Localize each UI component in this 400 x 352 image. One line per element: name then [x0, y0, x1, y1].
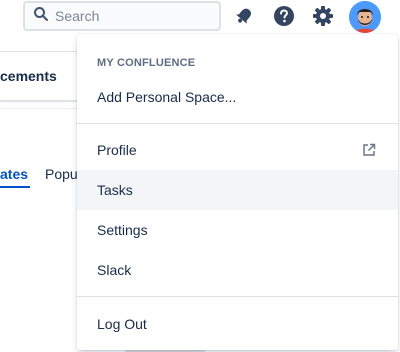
notification-bell-icon[interactable]: [232, 4, 256, 28]
menu-section-title: MY CONFLUENCE: [97, 57, 196, 69]
menu-divider: [77, 296, 398, 297]
divider: [0, 108, 88, 109]
top-navigation: [0, 0, 400, 34]
menu-item-tasks[interactable]: Tasks: [77, 170, 398, 210]
menu-item-log-out[interactable]: Log Out: [77, 304, 398, 344]
search-icon: [33, 6, 49, 27]
user-avatar[interactable]: [349, 1, 381, 33]
menu-item-label: Slack: [97, 262, 132, 278]
menu-item-label: Tasks: [97, 182, 133, 198]
menu-item-profile[interactable]: Profile: [77, 130, 398, 170]
profile-dropdown-menu: MY CONFLUENCE Add Personal Space... Prof…: [77, 34, 398, 350]
external-link-icon: [362, 143, 376, 157]
tab-updates[interactable]: ates: [0, 166, 28, 182]
menu-item-label: Log Out: [97, 316, 147, 332]
menu-item-label: Profile: [97, 142, 137, 158]
menu-item-slack[interactable]: Slack: [77, 250, 398, 290]
page-heading: cements: [0, 68, 57, 84]
search-input[interactable]: [55, 8, 215, 24]
settings-gear-icon[interactable]: [311, 4, 335, 28]
menu-item-add-personal-space[interactable]: Add Personal Space...: [77, 77, 398, 117]
active-tab-indicator: [0, 186, 30, 188]
help-icon[interactable]: [272, 4, 296, 28]
menu-item-label: Add Personal Space...: [97, 89, 237, 105]
search-box[interactable]: [23, 1, 221, 31]
tab-popular[interactable]: Popu: [45, 166, 78, 182]
menu-item-label: Settings: [97, 222, 148, 238]
page-header-card: cements: [0, 51, 88, 101]
menu-divider: [77, 123, 398, 124]
menu-item-settings[interactable]: Settings: [77, 210, 398, 250]
